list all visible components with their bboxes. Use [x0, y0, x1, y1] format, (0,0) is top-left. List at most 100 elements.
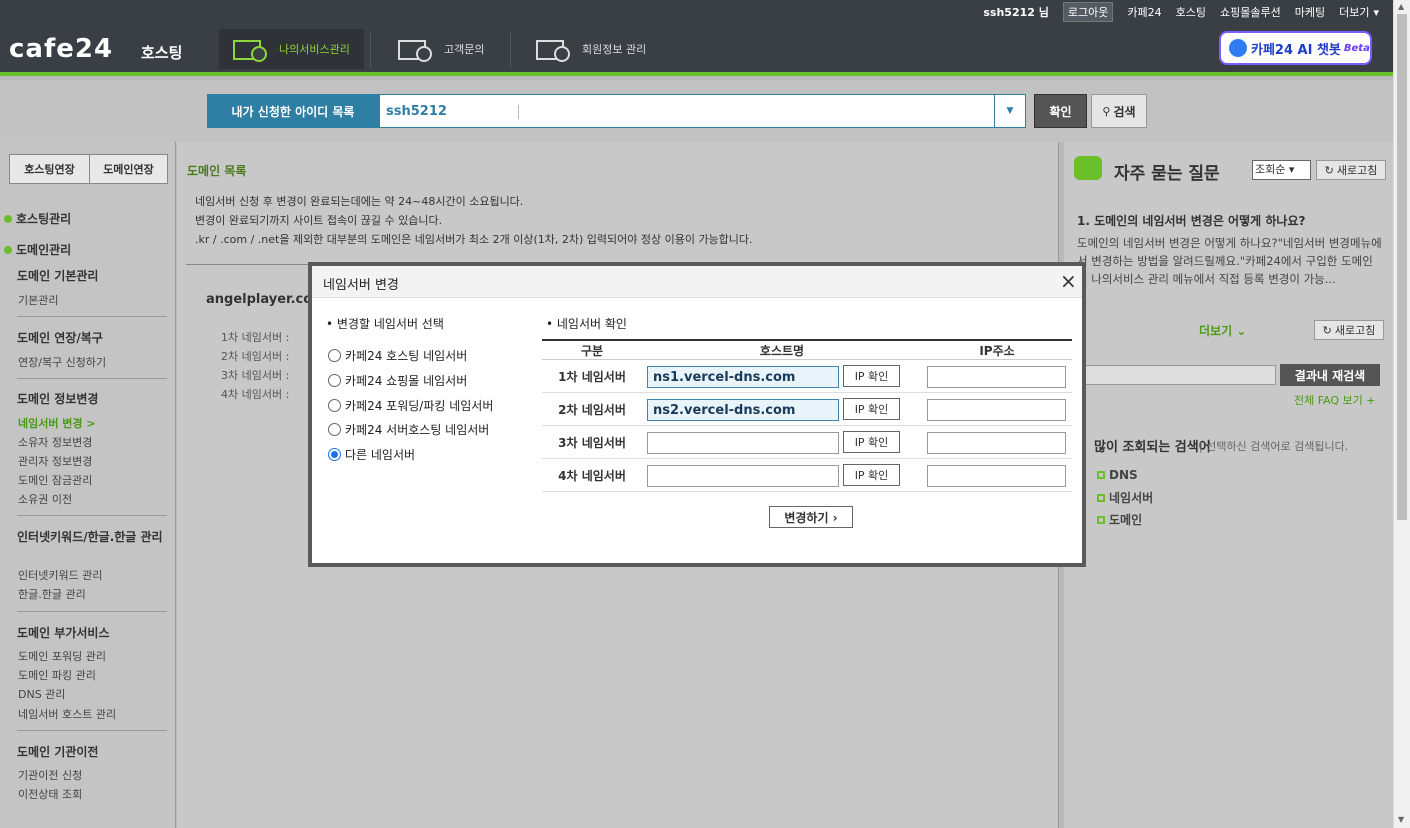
sidebar-item-dns[interactable]: DNS 관리: [18, 686, 65, 702]
dropdown-arrow-icon[interactable]: ▼: [994, 94, 1026, 128]
keyword-label: DNS: [1109, 468, 1138, 482]
keyword-domain[interactable]: 도메인: [1097, 511, 1142, 528]
close-icon[interactable]: ×: [1060, 269, 1077, 293]
sidebar-item-admin[interactable]: 관리자 정보변경: [18, 453, 92, 469]
row-label: 4차 네임서버: [558, 469, 626, 483]
radio-label: 카페24 호스팅 네임서버: [345, 349, 468, 363]
research-input[interactable]: [1084, 365, 1276, 385]
faq-sort-select[interactable]: 조회순 ▾: [1252, 160, 1311, 180]
radio-other-ns[interactable]: 다른 네임서버: [328, 446, 415, 463]
nameserver-table: 구분 호스트명 IP주소 1차 네임서버 ns1.vercel-dns.com …: [542, 339, 1072, 492]
sidebar-item-transfer-status[interactable]: 이전상태 조회: [18, 786, 82, 802]
confirm-button[interactable]: 확인: [1034, 94, 1087, 128]
sidebar-group-title: 도메인 부가서비스: [17, 626, 110, 640]
more-link[interactable]: 더보기 ⌄: [1199, 322, 1246, 339]
research-button[interactable]: 결과내 재검색: [1280, 364, 1380, 386]
search-button[interactable]: ⚲ 검색: [1091, 94, 1147, 128]
sidebar-section-hosting[interactable]: 호스팅관리: [4, 210, 71, 227]
scroll-up-icon[interactable]: ▲: [1398, 2, 1404, 11]
sidebar-item-keyword[interactable]: 인터넷키워드 관리: [18, 567, 102, 583]
nav-support[interactable]: 고객문의: [398, 29, 484, 69]
radio-label: 다른 네임서버: [345, 448, 416, 462]
topbar-link-hosting[interactable]: 호스팅: [1176, 4, 1206, 20]
sidebar-item-renew[interactable]: 연장/복구 신청하기: [18, 354, 106, 370]
host-input-1[interactable]: ns1.vercel-dns.com: [647, 366, 839, 388]
chatbot-icon: [1229, 39, 1247, 57]
table-row: 4차 네임서버 IP 확인: [542, 459, 1072, 492]
ns-row-label: 1차 네임서버 :: [221, 331, 290, 344]
notice-text: 변경이 완료되기까지 사이트 접속이 끊길 수 있습니다.: [195, 214, 443, 227]
ip-check-button-1[interactable]: IP 확인: [843, 365, 900, 387]
topbar-link-shopping[interactable]: 쇼핑몰솔루션: [1220, 4, 1281, 20]
keyword-label: 네임서버: [1109, 491, 1154, 505]
topbar-link-more[interactable]: 더보기: [1339, 4, 1369, 20]
notice-text: .kr / .com / .net을 제외한 대부분의 도메인은 네임서버가 최…: [195, 233, 753, 246]
scroll-down-icon[interactable]: ▼: [1398, 815, 1404, 824]
domain-list-title: 도메인 목록: [187, 164, 247, 178]
ip-input-3[interactable]: [927, 432, 1066, 454]
ai-chatbot-button[interactable]: 카페24 AI 챗봇 Beta: [1219, 31, 1372, 65]
popular-keywords-subtitle: | 선택하신 검색어로 검색됩니다.: [1199, 440, 1349, 453]
radio-selected-icon: [328, 448, 341, 461]
id-select-input[interactable]: ssh5212: [379, 94, 995, 128]
sidebar-item-nameserver[interactable]: 네임서버 변경 >: [18, 415, 96, 431]
host-input-2[interactable]: ns2.vercel-dns.com: [647, 399, 839, 421]
radio-server-hosting-ns[interactable]: 카페24 서버호스팅 네임서버: [328, 421, 489, 438]
account-search-bar: 내가 신청한 아이디 목록 ssh5212 ▼ 확인 ⚲ 검색: [0, 80, 1393, 142]
notice-text: 네임서버 신청 후 변경이 완료되는데에는 약 24~48시간이 소요됩니다.: [195, 195, 524, 208]
keyword-nameserver[interactable]: 네임서버: [1097, 489, 1153, 506]
table-row: 3차 네임서버 IP 확인: [542, 426, 1072, 459]
ip-input-1[interactable]: [927, 366, 1066, 388]
radio-forwarding-ns[interactable]: 카페24 포워딩/파킹 네임서버: [328, 397, 493, 414]
logout-link[interactable]: 로그아웃: [1062, 2, 1114, 22]
nav-my-service[interactable]: 나의서비스관리: [219, 29, 364, 69]
ip-input-4[interactable]: [927, 465, 1066, 487]
nav-label: 회원정보 관리: [582, 43, 647, 56]
search-button-label: 검색: [1113, 104, 1136, 119]
refresh-icon: ↻: [1324, 163, 1334, 177]
sidebar-item-korean[interactable]: 한글.한글 관리: [18, 586, 86, 602]
sidebar-item-parking[interactable]: 도메인 파킹 관리: [18, 667, 96, 683]
page-scrollbar[interactable]: ▲ ▼: [1393, 0, 1410, 828]
ip-check-button-4[interactable]: IP 확인: [843, 464, 900, 486]
radio-shopping-ns[interactable]: 카페24 쇼핑몰 네임서버: [328, 372, 467, 389]
all-faq-link[interactable]: 전체 FAQ 보기 +: [1294, 392, 1376, 408]
section-label: 도메인관리: [16, 243, 72, 257]
cafe24-logo[interactable]: cafe24: [9, 34, 113, 64]
topbar-link-cafe24[interactable]: 카페24: [1127, 4, 1161, 20]
sort-value: 조회순: [1255, 163, 1286, 176]
sidebar-item-basic[interactable]: 기본관리: [18, 292, 58, 308]
domain-renew-button[interactable]: 도메인연장: [89, 154, 168, 184]
sidebar-item-owner[interactable]: 소유자 정보변경: [18, 434, 92, 450]
ns-row-label: 3차 네임서버 :: [221, 369, 290, 382]
host-input-4[interactable]: [647, 465, 839, 487]
refresh-button-2[interactable]: ↻ 새로고침: [1314, 320, 1384, 340]
chatbot-label: 카페24 AI 챗봇: [1251, 42, 1341, 58]
sidebar-item-ns-host[interactable]: 네임서버 호스트 관리: [18, 706, 116, 722]
sidebar-item-lock[interactable]: 도메인 잠금관리: [18, 472, 92, 488]
row-label: 1차 네임서버: [558, 370, 626, 384]
topbar-link-marketing[interactable]: 마케팅: [1295, 4, 1325, 20]
change-submit-button[interactable]: 변경하기 ›: [769, 506, 853, 528]
nav-divider: [510, 32, 511, 68]
sidebar-item-forwarding[interactable]: 도메인 포워딩 관리: [18, 648, 106, 664]
keyword-dns[interactable]: DNS: [1097, 468, 1138, 482]
ip-input-2[interactable]: [927, 399, 1066, 421]
faq-question[interactable]: 1. 도메인의 네임서버 변경은 어떻게 하나요?: [1077, 212, 1305, 229]
scrollbar-thumb[interactable]: [1397, 14, 1407, 520]
sidebar-item-agency-transfer[interactable]: 기관이전 신청: [18, 767, 82, 783]
sidebar-item-transfer[interactable]: 소유권 이전: [18, 491, 72, 507]
host-input-3[interactable]: [647, 432, 839, 454]
refresh-button[interactable]: ↻ 새로고침: [1316, 160, 1386, 180]
sidebar-group-title: 도메인 연장/복구: [17, 331, 103, 345]
dialog-header: 네임서버 변경 ×: [312, 266, 1082, 298]
sidebar-section-domain[interactable]: 도메인관리: [4, 241, 71, 258]
ip-check-button-3[interactable]: IP 확인: [843, 431, 900, 453]
faq-title: 자주 묻는 질문: [1114, 164, 1220, 184]
hosting-renew-button[interactable]: 호스팅연장: [9, 154, 90, 184]
monitor-gear-icon: [233, 38, 269, 62]
radio-hosting-ns[interactable]: 카페24 호스팅 네임서버: [328, 347, 467, 364]
username-label: ssh5212 님: [983, 6, 1049, 19]
ip-check-button-2[interactable]: IP 확인: [843, 398, 900, 420]
nav-member-info[interactable]: 회원정보 관리: [536, 29, 646, 69]
